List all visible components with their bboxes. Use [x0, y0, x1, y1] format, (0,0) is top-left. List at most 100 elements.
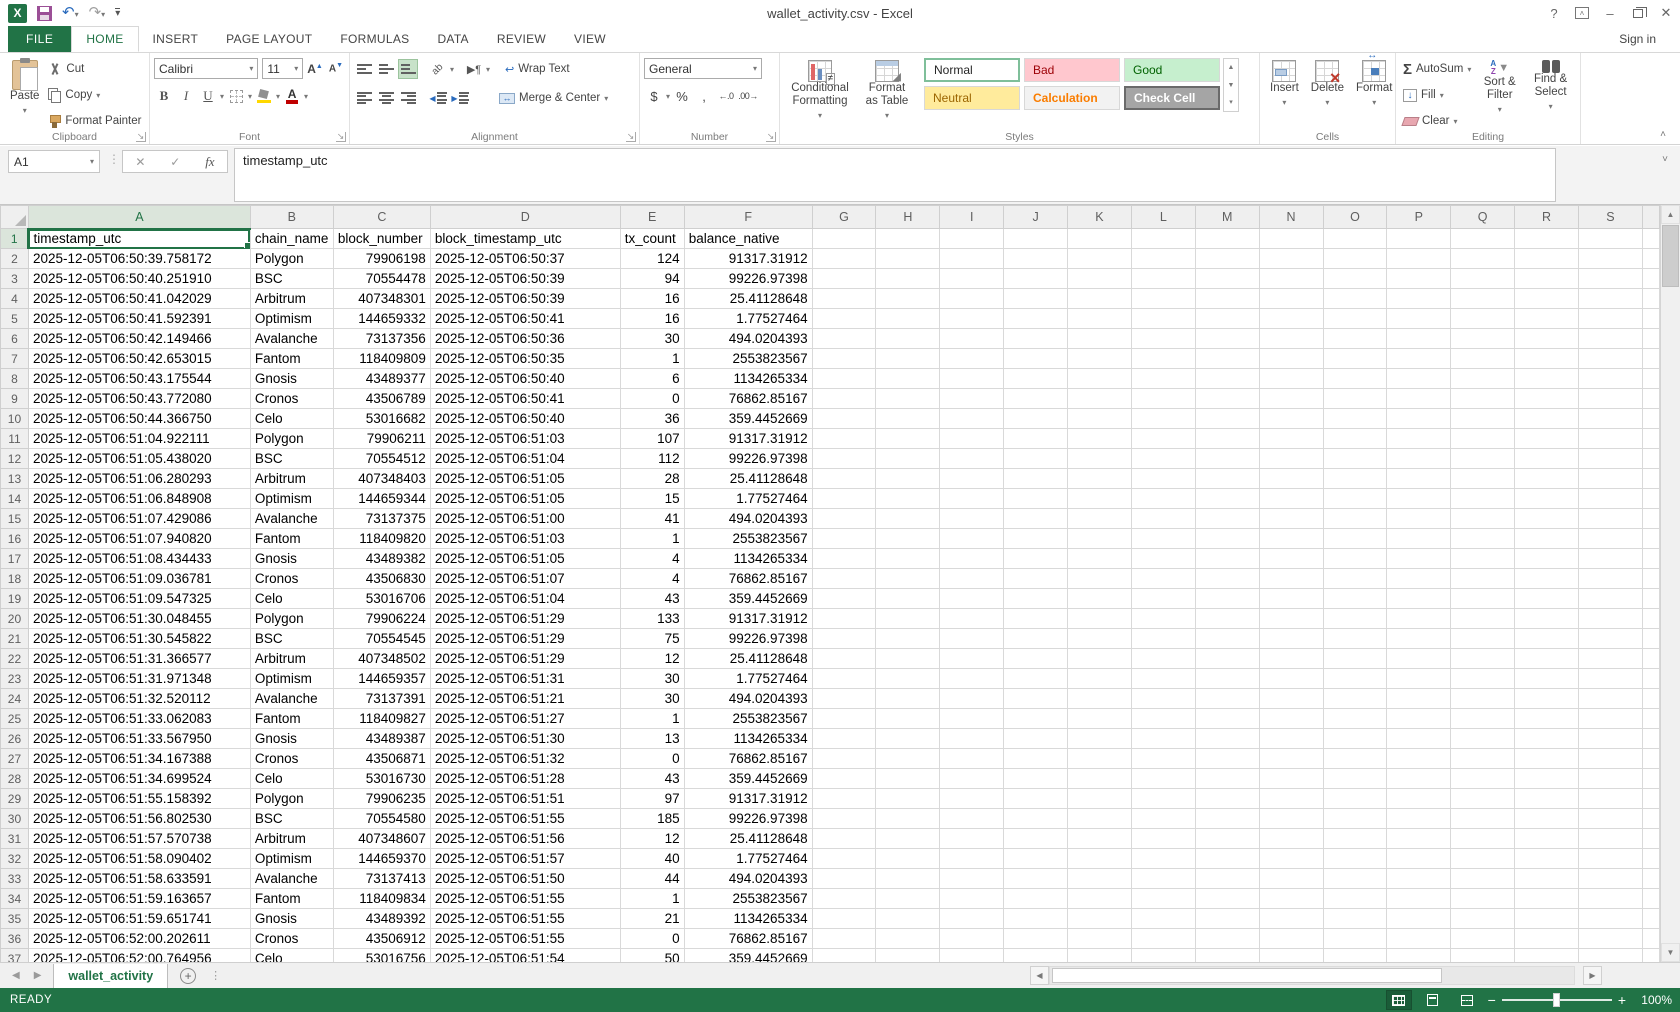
cell[interactable] — [1195, 589, 1259, 609]
cell[interactable] — [812, 749, 876, 769]
cell[interactable] — [1131, 869, 1195, 889]
cell[interactable] — [940, 269, 1004, 289]
cell[interactable]: 2025-12-05T06:51:06.848908 — [28, 489, 250, 509]
cell[interactable] — [1068, 409, 1132, 429]
cell[interactable] — [1004, 749, 1068, 769]
cell[interactable] — [1259, 889, 1323, 909]
cut-button[interactable]: Cut — [45, 58, 144, 80]
cell[interactable]: Fantom — [250, 889, 333, 909]
cell[interactable] — [1131, 729, 1195, 749]
cell[interactable] — [812, 489, 876, 509]
cell[interactable] — [1195, 689, 1259, 709]
cell[interactable] — [876, 449, 940, 469]
cell[interactable]: 1.77527464 — [684, 309, 812, 329]
row-header-7[interactable]: 7 — [1, 349, 29, 369]
cell[interactable] — [1195, 549, 1259, 569]
cell[interactable] — [876, 549, 940, 569]
cell[interactable] — [1451, 849, 1515, 869]
cell[interactable]: 70554545 — [333, 629, 430, 649]
cell[interactable] — [1451, 829, 1515, 849]
top-align-button[interactable] — [354, 59, 374, 79]
cell[interactable] — [1642, 349, 1659, 369]
cell[interactable] — [1259, 909, 1323, 929]
cell[interactable] — [812, 509, 876, 529]
cell[interactable] — [1323, 349, 1387, 369]
cell[interactable] — [1642, 669, 1659, 689]
cell[interactable] — [812, 269, 876, 289]
cell[interactable]: 2025-12-05T06:50:41.042029 — [28, 289, 250, 309]
cell[interactable]: 2025-12-05T06:51:29 — [430, 609, 620, 629]
cell[interactable] — [1323, 509, 1387, 529]
cell[interactable] — [1642, 429, 1659, 449]
cell[interactable] — [1259, 769, 1323, 789]
cell[interactable] — [1451, 929, 1515, 949]
cell[interactable]: 2025-12-05T06:50:39 — [430, 289, 620, 309]
cell[interactable] — [1259, 289, 1323, 309]
cell[interactable]: 133 — [620, 609, 684, 629]
cell[interactable] — [1642, 529, 1659, 549]
cell[interactable] — [940, 629, 1004, 649]
cell[interactable]: 0 — [620, 929, 684, 949]
paste-button[interactable]: Paste ▾ — [4, 56, 45, 121]
cell[interactable] — [1131, 829, 1195, 849]
cell[interactable] — [1004, 609, 1068, 629]
cell[interactable]: 118409809 — [333, 349, 430, 369]
cell[interactable]: Optimism — [250, 669, 333, 689]
cell[interactable] — [1068, 949, 1132, 963]
normal-view-button[interactable] — [1386, 990, 1412, 1010]
cell[interactable] — [812, 849, 876, 869]
cell[interactable] — [812, 429, 876, 449]
cell[interactable] — [1195, 489, 1259, 509]
styles-more-icon[interactable]: ▾ — [1224, 94, 1238, 111]
cell[interactable] — [940, 509, 1004, 529]
cell[interactable]: 359.4452669 — [684, 949, 812, 963]
cell[interactable] — [1068, 609, 1132, 629]
row-header-18[interactable]: 18 — [1, 569, 29, 589]
cell[interactable] — [1578, 449, 1642, 469]
cell[interactable]: 53016706 — [333, 589, 430, 609]
column-header-F[interactable]: F — [684, 206, 812, 229]
cell[interactable]: 2025-12-05T06:50:37 — [430, 249, 620, 269]
cell[interactable] — [876, 649, 940, 669]
cell[interactable] — [1578, 829, 1642, 849]
cell[interactable] — [812, 229, 876, 249]
cell[interactable] — [1068, 649, 1132, 669]
style-good[interactable]: Good — [1124, 58, 1220, 82]
cell[interactable] — [1578, 769, 1642, 789]
cell[interactable] — [812, 669, 876, 689]
style-check-cell[interactable]: Check Cell — [1124, 86, 1220, 110]
cell[interactable] — [1578, 529, 1642, 549]
cell[interactable] — [1515, 589, 1579, 609]
cell[interactable] — [1259, 869, 1323, 889]
cell[interactable] — [1195, 329, 1259, 349]
cell[interactable] — [1259, 709, 1323, 729]
increase-indent-button[interactable]: ▶ — [450, 88, 470, 108]
cell[interactable]: Optimism — [250, 489, 333, 509]
row-header-21[interactable]: 21 — [1, 629, 29, 649]
cell[interactable]: 73137375 — [333, 509, 430, 529]
cell[interactable] — [1642, 789, 1659, 809]
cell[interactable]: 6 — [620, 369, 684, 389]
merge-center-dropdown-icon[interactable]: ▾ — [604, 94, 608, 103]
cell[interactable] — [1578, 229, 1642, 249]
cell[interactable]: 30 — [620, 669, 684, 689]
cell[interactable] — [1578, 489, 1642, 509]
cell[interactable] — [876, 789, 940, 809]
cell[interactable] — [876, 669, 940, 689]
cell[interactable] — [1004, 589, 1068, 609]
horizontal-scroll-thumb[interactable] — [1052, 968, 1442, 983]
cell[interactable]: Arbitrum — [250, 649, 333, 669]
cell[interactable]: 70554478 — [333, 269, 430, 289]
cell[interactable]: Cronos — [250, 569, 333, 589]
redo-button[interactable]: ↷▾ — [89, 4, 106, 22]
cell[interactable] — [1578, 949, 1642, 963]
undo-button[interactable]: ↶▾ — [62, 4, 79, 22]
cell[interactable] — [812, 329, 876, 349]
cell[interactable]: 2025-12-05T06:50:41 — [430, 389, 620, 409]
cell[interactable] — [940, 709, 1004, 729]
cell[interactable]: 28 — [620, 469, 684, 489]
cell[interactable] — [812, 569, 876, 589]
font-color-button[interactable]: A — [282, 86, 302, 106]
cell[interactable]: 407348301 — [333, 289, 430, 309]
cell[interactable]: 2025-12-05T06:51:55 — [430, 809, 620, 829]
